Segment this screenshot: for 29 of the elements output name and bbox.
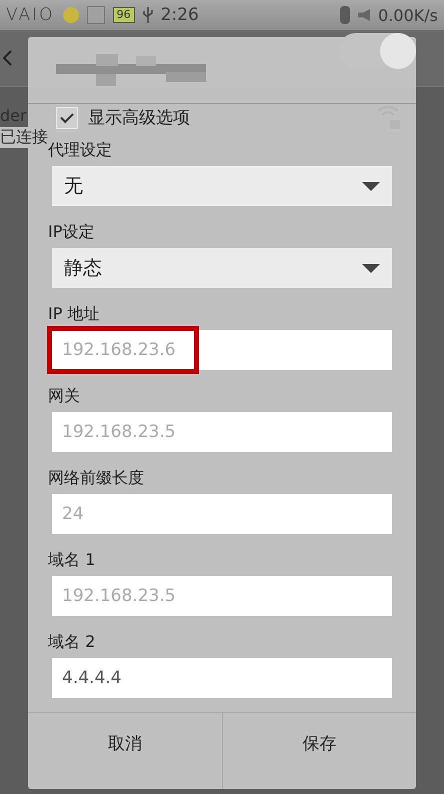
brand-logo: VAIO xyxy=(6,5,55,25)
dialog-button[interactable]: 保存 xyxy=(222,713,416,789)
dropdown[interactable]: 无 xyxy=(52,166,392,206)
field-label: 网络前缀长度 xyxy=(48,467,145,490)
field-label: 代理设定 xyxy=(48,139,113,162)
field-label: IP 地址 xyxy=(48,303,100,326)
input-field[interactable]: 192.168.23.5 xyxy=(52,576,392,616)
back-icon[interactable] xyxy=(3,50,12,66)
input-field[interactable]: 24 xyxy=(52,494,392,534)
checkbox-label: 显示高级选项 xyxy=(88,107,190,130)
field-label: 域名 2 xyxy=(48,631,96,654)
usb-icon xyxy=(142,7,153,23)
network-speed: 0.00K/s xyxy=(378,6,438,24)
checkbox[interactable] xyxy=(56,106,78,129)
field-label: 网关 xyxy=(48,385,81,408)
field-label: IP设定 xyxy=(48,221,96,244)
caret-icon xyxy=(362,264,380,273)
clock: 2:26 xyxy=(160,5,199,25)
field-label: 域名 1 xyxy=(48,549,96,572)
mute-icon xyxy=(358,9,370,21)
caret-icon xyxy=(362,182,380,191)
input-field[interactable]: 192.168.23.6 xyxy=(52,330,392,370)
network-status: 已连接 xyxy=(0,127,50,148)
dropdown[interactable]: 静态 xyxy=(52,248,392,288)
input-field[interactable]: 4.4.4.4 xyxy=(52,658,392,698)
image-icon xyxy=(86,6,105,24)
input-field[interactable]: 192.168.23.5 xyxy=(52,412,392,452)
battery-level: 96 xyxy=(112,7,135,23)
dialog-button[interactable]: 取消 xyxy=(28,713,222,789)
